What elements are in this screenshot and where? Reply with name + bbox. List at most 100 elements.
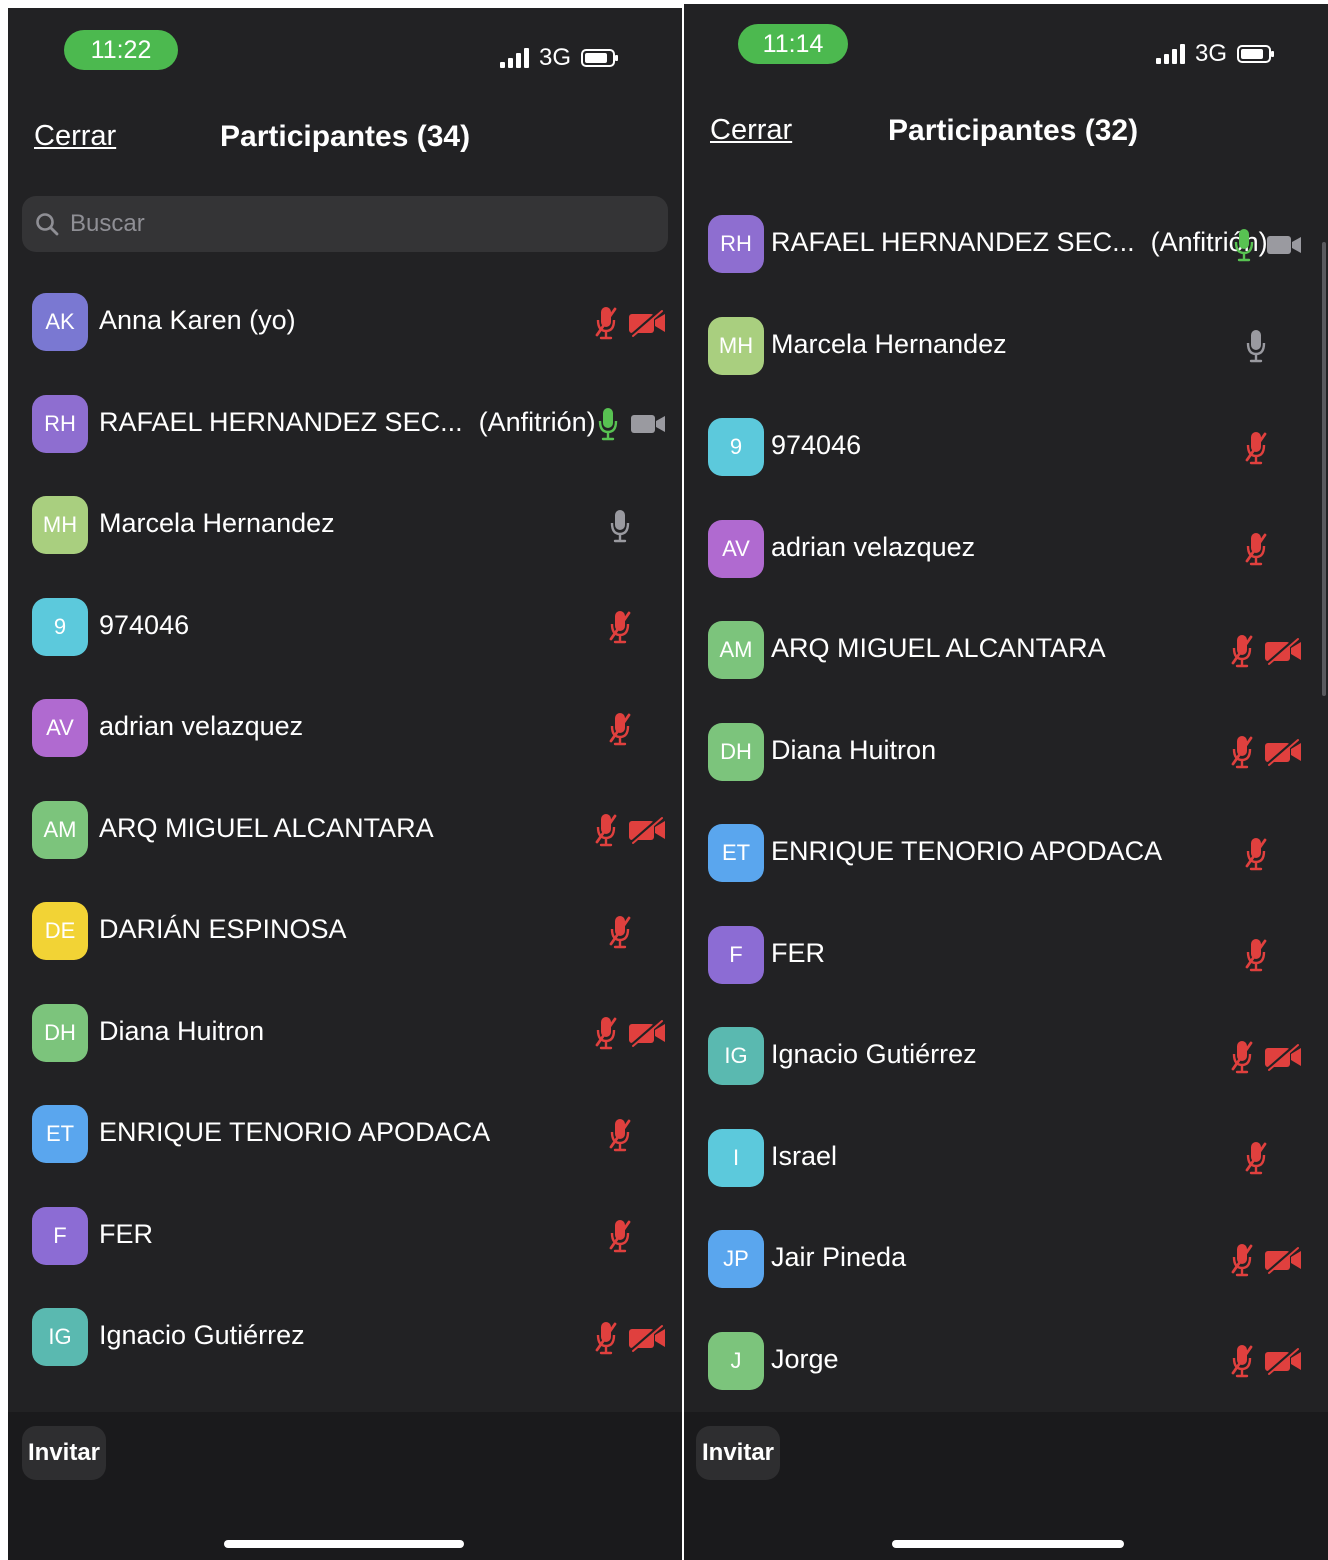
video-off-icon	[629, 815, 665, 845]
participant-row[interactable]: RH RAFAEL HERNANDEZ SEC... (Anfitrión)	[8, 374, 682, 475]
participant-name-group: ENRIQUE TENORIO APODACA	[99, 1117, 490, 1148]
participant-row[interactable]: JP Jair Pineda	[684, 1209, 1320, 1310]
participant-name: ENRIQUE TENORIO APODACA	[99, 1117, 491, 1147]
status-indicators: 3G	[1156, 40, 1275, 68]
participant-row[interactable]: DH Diana Huitron	[684, 702, 1320, 803]
video-off-icon	[629, 1322, 665, 1353]
mic-muted-icon	[1231, 1345, 1253, 1378]
participant-name: Diana Huitron	[99, 1015, 265, 1046]
mic-muted-icon	[595, 1321, 617, 1354]
participant-status-icons	[594, 272, 666, 373]
participant-status-icons	[608, 881, 666, 982]
invite-button[interactable]: Invitar	[696, 1426, 781, 1480]
bottom-bar: Invitar	[8, 1412, 682, 1560]
page-title: Participantes (34)	[220, 120, 471, 153]
video-off-icon	[1265, 635, 1301, 666]
participant-row[interactable]: 9 974046	[8, 577, 682, 678]
participant-row[interactable]: AM ARQ MIGUEL ALCANTARA	[8, 780, 682, 881]
mic-icon	[1246, 330, 1266, 363]
avatar: RH	[32, 394, 88, 453]
participant-row[interactable]: IG Ignacio Gutiérrez	[8, 1287, 682, 1388]
participant-row[interactable]: AV adrian velazquez	[8, 678, 682, 779]
avatar: JP	[708, 1230, 764, 1288]
page-title: Participantes (32)	[888, 114, 1139, 147]
participant-name: adrian velazquez	[99, 711, 304, 741]
participant-name-group: 974046	[771, 430, 861, 461]
participant-role: (Anfitrión)	[478, 406, 596, 437]
participant-list: RH RAFAEL HERNANDEZ SEC... (Anfitrión) MH Ma…	[684, 194, 1320, 1408]
mic-active-icon	[598, 408, 618, 441]
participant-row[interactable]: AK Anna Karen (yo)	[8, 272, 682, 373]
mic-muted-icon	[1245, 837, 1267, 870]
participant-status-icons	[1230, 1209, 1302, 1310]
mic-muted-icon	[1245, 1142, 1267, 1175]
participant-name: ARQ MIGUEL ALCANTARA	[771, 633, 1106, 663]
participant-row[interactable]: IG Ignacio Gutiérrez	[684, 1006, 1320, 1107]
participant-name-group: Ignacio Gutiérrez	[771, 1039, 977, 1070]
participant-status-icons	[608, 475, 666, 576]
participant-name: Israel	[771, 1140, 838, 1171]
search-bar[interactable]	[22, 196, 668, 252]
video-off-icon	[629, 1018, 665, 1048]
participant-row[interactable]: F FER	[8, 1186, 682, 1287]
participant-name-group: Diana Huitron	[99, 1016, 264, 1047]
network-label: 3G	[1195, 40, 1228, 67]
participant-name-group: Marcela Hernandez	[771, 329, 1007, 360]
participant-name: FER	[99, 1218, 153, 1249]
mic-muted-icon	[609, 1220, 631, 1253]
home-indicator	[892, 1540, 1124, 1548]
participant-status-icons	[1244, 499, 1302, 600]
participant-status-icons	[1244, 905, 1302, 1006]
participant-name: Diana Huitron	[771, 734, 937, 765]
participant-row[interactable]: ET ENRIQUE TENORIO APODACA	[684, 803, 1320, 904]
participant-row[interactable]: 9 974046	[684, 397, 1320, 498]
participant-name-group: Ignacio Gutiérrez	[99, 1320, 305, 1351]
participant-row[interactable]: F FER	[684, 905, 1320, 1006]
avatar: AM	[708, 621, 764, 679]
close-button[interactable]: Cerrar	[710, 114, 792, 147]
search-input[interactable]	[68, 209, 632, 239]
participant-row[interactable]: AV adrian velazquez	[684, 499, 1320, 600]
participant-name-group: RAFAEL HERNANDEZ SEC... (Anfitrión)	[771, 227, 1268, 258]
scrollbar[interactable]	[1322, 242, 1326, 696]
signal-icon	[1156, 44, 1185, 64]
video-off-icon	[629, 307, 665, 338]
participant-row[interactable]: RH RAFAEL HERNANDEZ SEC... (Anfitrión)	[684, 194, 1320, 295]
avatar: F	[708, 925, 764, 984]
avatar: AV	[32, 699, 88, 757]
avatar: MH	[708, 316, 764, 375]
participant-name: Ignacio Gutiérrez	[99, 1320, 305, 1350]
participant-name-group: FER	[99, 1219, 153, 1250]
participant-row[interactable]: MH Marcela Hernandez	[8, 475, 682, 576]
participant-name-group: ENRIQUE TENORIO APODACA	[771, 836, 1162, 867]
participant-row[interactable]: MH Marcela Hernandez	[684, 296, 1320, 397]
participant-row[interactable]: I Israel	[684, 1108, 1320, 1209]
participant-name: Marcela Hernandez	[771, 328, 1007, 359]
participant-name: Jorge	[771, 1343, 839, 1374]
participant-row[interactable]: DH Diana Huitron	[8, 983, 682, 1084]
video-on-icon	[1267, 235, 1301, 254]
participant-status-icons	[594, 780, 666, 881]
avatar: IG	[708, 1027, 764, 1085]
participant-status-icons	[608, 678, 666, 779]
mic-muted-icon	[1231, 1243, 1253, 1276]
participant-name-group: RAFAEL HERNANDEZ SEC... (Anfitrión)	[99, 407, 596, 438]
avatar: AK	[32, 293, 88, 351]
participant-name: 974046	[771, 430, 862, 460]
participant-name-group: Israel	[771, 1141, 837, 1172]
participant-status-icons	[1244, 803, 1302, 904]
participant-status-icons	[1232, 194, 1302, 295]
close-button[interactable]: Cerrar	[34, 120, 116, 153]
home-indicator	[224, 1540, 464, 1548]
participant-row[interactable]: ET ENRIQUE TENORIO APODACA	[8, 1084, 682, 1185]
participant-name-group: DARIÁN ESPINOSA	[99, 914, 347, 945]
invite-button[interactable]: Invitar	[22, 1426, 107, 1480]
participant-row[interactable]: J Jorge	[684, 1311, 1320, 1412]
participant-name: Ignacio Gutiérrez	[771, 1039, 977, 1069]
participant-row[interactable]: DE DARIÁN ESPINOSA	[8, 881, 682, 982]
participant-name-group: adrian velazquez	[99, 711, 303, 742]
signal-icon	[500, 48, 529, 68]
left-participants-screen: 11:22 3G Cerrar Participantes (34) AK Ann…	[8, 8, 682, 1560]
participant-row[interactable]: AM ARQ MIGUEL ALCANTARA	[684, 600, 1320, 701]
mic-muted-icon	[609, 1118, 631, 1151]
